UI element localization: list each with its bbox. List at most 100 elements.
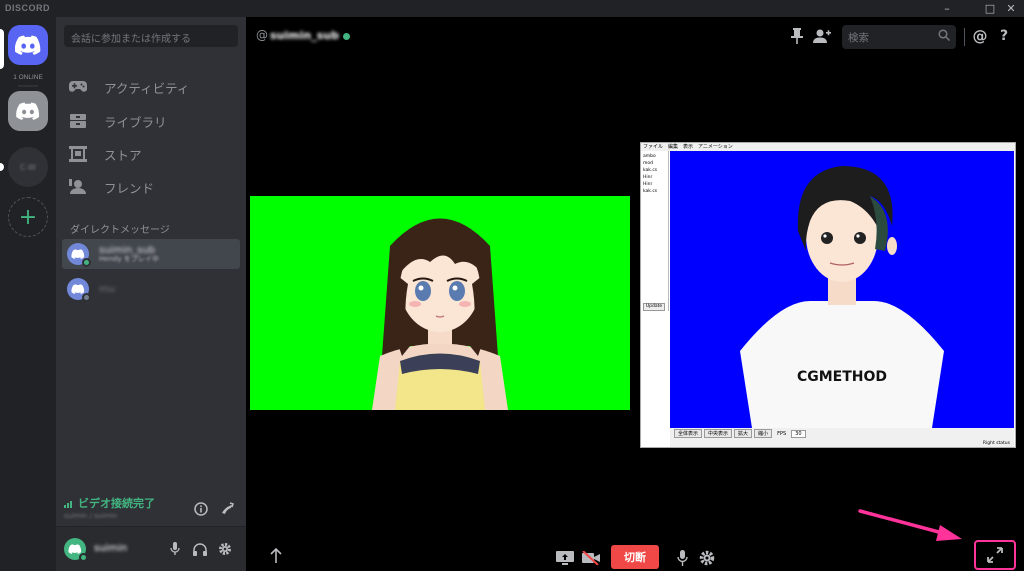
library-icon [68, 111, 88, 131]
online-count: 1 ONLINE [13, 74, 43, 81]
nav-label: フレンド [104, 180, 155, 196]
nav-friends[interactable]: フレンド [64, 173, 238, 201]
home-button[interactable] [8, 25, 48, 65]
app-brand: DISCORD [5, 3, 51, 13]
nav-label: ライブラリ [104, 114, 167, 130]
user-panel: suimin [56, 527, 246, 571]
voice-status-label: ビデオ接続完了 [78, 497, 155, 510]
gamepad-icon [68, 77, 88, 97]
disconnect-call-icon[interactable] [218, 500, 236, 518]
microphone-icon[interactable] [672, 548, 692, 568]
info-icon[interactable] [192, 500, 210, 518]
tree-item: Hinr [643, 175, 653, 180]
tree-item: kak.cs [643, 189, 658, 194]
search-icon [938, 29, 951, 44]
discord-logo-icon [71, 249, 85, 259]
status-online-dot [82, 258, 91, 267]
nav-store[interactable]: ストア [64, 140, 238, 168]
status-offline-dot [82, 293, 91, 302]
shirt-text: CGMETHOD [797, 369, 887, 385]
app-viewport: CGMETHOD [670, 151, 1014, 428]
plus-icon: + [18, 204, 38, 230]
screen-share-stream[interactable]: ファイル 編集 表示 アニメーション ambo mod kak.cs Hinr … [640, 142, 1016, 448]
server-icon[interactable]: C-W [8, 147, 48, 187]
app-menu-bar: ファイル 編集 表示 アニメーション [641, 143, 1015, 151]
status-online-dot [79, 553, 88, 562]
dm-name: suimin_sub [99, 244, 156, 256]
close-button[interactable]: ✕ [1000, 1, 1022, 16]
avatar [67, 278, 91, 302]
add-server-button[interactable]: + [8, 197, 48, 237]
title-bar: DISCORD – □ ✕ [0, 0, 1024, 17]
minimize-button[interactable]: – [936, 1, 958, 16]
discord-logo-icon [15, 35, 41, 55]
tree-item: kak.cs [643, 168, 658, 173]
avatar [67, 243, 91, 267]
call-area: @ suimin_sub 検索 @ ? ファイル 編集 表示 アニメーション a… [246, 17, 1024, 571]
disconnect-call-button[interactable]: 切断 [611, 545, 659, 569]
camera-off-icon[interactable] [580, 548, 602, 568]
dm-item[interactable]: mu [62, 274, 240, 304]
channel-header: @ suimin_sub 検索 @ ? [246, 17, 1024, 55]
voice-connection-panel: ビデオ接続完了 suimin / suimin [56, 487, 246, 527]
dm-activity: Hendy をプレイ中 [99, 254, 159, 263]
guild-rail: 1 ONLINE C-W + [0, 17, 56, 571]
settings-gear-icon[interactable] [216, 540, 234, 558]
nav-activity[interactable]: アクティビティ [64, 73, 238, 101]
anime-boy-avatar-image: CGMETHOD [740, 166, 944, 428]
at-symbol: @ [256, 28, 268, 42]
discord-logo-icon [16, 102, 40, 120]
toolbar-button: 縮小 [754, 429, 773, 438]
server-initials: C-W [19, 162, 37, 172]
header-divider [964, 28, 965, 46]
app-toolbar: 全体表示 中央表示 拡大 縮小 FPS 30 [670, 428, 1014, 439]
settings-gear-icon[interactable] [697, 548, 717, 568]
search-placeholder: 検索 [848, 32, 869, 44]
app-tree-panel: ambo mod kak.cs Hinr Hinr kak.cs [641, 151, 669, 311]
discord-logo-icon [68, 544, 82, 554]
conversation-search-input[interactable]: 会話に参加または作成する [64, 25, 238, 47]
nav-label: ストア [104, 147, 142, 163]
dm-item[interactable]: suimin_sub Hendy をプレイ中 [62, 239, 240, 269]
status-online-dot [343, 33, 350, 40]
dm-name: mu [99, 283, 116, 295]
toolbar-button: 中央表示 [704, 429, 733, 438]
headphones-icon[interactable] [191, 540, 209, 558]
dm-header: ダイレクトメッセージ [70, 225, 170, 236]
toolbar-button: 全体表示 [674, 429, 703, 438]
app-update-button: Update [643, 303, 665, 311]
nav-label: アクティビティ [104, 80, 190, 96]
signal-icon [64, 500, 72, 508]
discord-logo-icon [71, 284, 85, 294]
fullscreen-button[interactable] [974, 540, 1016, 570]
mentions-icon[interactable]: @ [970, 26, 990, 46]
nav-library[interactable]: ライブラリ [64, 107, 238, 135]
microphone-icon[interactable] [166, 540, 184, 558]
header-search-input[interactable]: 検索 [842, 25, 956, 49]
fps-value: 30 [791, 429, 806, 438]
screen-share-icon[interactable] [554, 548, 576, 568]
guild-separator [18, 85, 38, 87]
expand-icon [987, 547, 1003, 563]
app-status-bar: Right status [670, 439, 1014, 447]
friends-icon [68, 177, 88, 197]
maximize-button[interactable]: □ [979, 1, 1001, 16]
tree-item: Hinr [643, 182, 653, 187]
popout-up-arrow-icon[interactable] [266, 546, 286, 566]
add-friend-icon[interactable] [812, 26, 832, 46]
pin-icon[interactable] [787, 26, 807, 46]
anime-girl-avatar-image [372, 218, 508, 410]
remote-video-stream[interactable] [250, 196, 630, 410]
voice-status: ビデオ接続完了 [64, 495, 155, 511]
help-icon[interactable]: ? [994, 26, 1014, 46]
store-icon [68, 144, 88, 164]
user-name: suimin [94, 543, 128, 554]
toolbar-button: 拡大 [734, 429, 753, 438]
unread-indicator [0, 163, 4, 171]
tree-item: ambo mod [643, 154, 656, 166]
dm-sidebar: 会話に参加または作成する アクティビティ ライブラリ ストア フレンド ダイレク… [56, 17, 246, 571]
server-discord[interactable] [8, 91, 48, 131]
pointer-arrow-annotation [858, 509, 962, 541]
user-avatar[interactable] [64, 538, 88, 562]
selected-indicator [0, 29, 4, 69]
